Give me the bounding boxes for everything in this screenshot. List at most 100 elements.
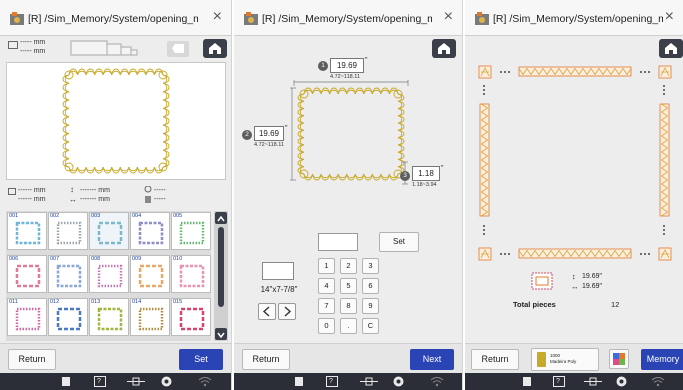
document-icon[interactable] bbox=[294, 376, 304, 387]
pattern-thumbnail[interactable]: 013 bbox=[89, 298, 129, 336]
document-icon[interactable] bbox=[61, 376, 71, 387]
close-icon[interactable]: × bbox=[665, 9, 674, 25]
pattern-number: 011 bbox=[9, 299, 18, 305]
frame-pattern-icon bbox=[138, 307, 164, 331]
pattern-number: 007 bbox=[50, 256, 60, 262]
keypad-key[interactable]: C bbox=[362, 318, 379, 334]
help-icon[interactable]: ? bbox=[94, 376, 106, 387]
pattern-thumbnail[interactable]: 010 bbox=[171, 255, 211, 293]
width-input[interactable]: 19.69 bbox=[330, 58, 364, 73]
repeat-dot bbox=[663, 225, 665, 227]
pattern-thumbnail[interactable]: 007 bbox=[48, 255, 88, 293]
thread-icon[interactable] bbox=[583, 376, 603, 387]
set-button[interactable]: Set bbox=[179, 349, 223, 370]
prev-hoop-button[interactable] bbox=[258, 303, 276, 320]
keypad-key[interactable]: 3 bbox=[362, 258, 379, 274]
frame-pattern-stroke bbox=[179, 221, 205, 245]
size-width: ----- mm bbox=[20, 39, 46, 46]
loop-stitch bbox=[312, 173, 322, 179]
help-icon[interactable]: ? bbox=[326, 376, 338, 387]
frame-pattern-icon bbox=[15, 264, 41, 288]
thread-icon[interactable] bbox=[126, 376, 146, 387]
help-icon[interactable]: ? bbox=[553, 376, 565, 387]
thread-icon[interactable] bbox=[359, 376, 379, 387]
grid-scrollbar[interactable] bbox=[214, 211, 228, 341]
pattern-thumbnail[interactable]: 006 bbox=[7, 255, 47, 293]
pattern-thumbnail[interactable]: 009 bbox=[130, 255, 170, 293]
scroll-up-button[interactable] bbox=[215, 212, 227, 224]
next-button[interactable]: Next bbox=[410, 349, 454, 370]
window-title: [R] /Sim_Memory/System/opening_m... bbox=[28, 13, 198, 25]
clear-icon bbox=[172, 44, 184, 53]
result-height: 19.69" bbox=[582, 273, 602, 280]
info-height: ------- mm bbox=[80, 187, 110, 194]
loop-stitch bbox=[380, 89, 390, 95]
frame-pattern-icon bbox=[179, 264, 205, 288]
set-button[interactable]: Set bbox=[379, 232, 419, 252]
pattern-thumbnail[interactable]: 012 bbox=[48, 298, 88, 336]
document-icon[interactable] bbox=[522, 376, 532, 387]
result-height-unit: " bbox=[599, 273, 603, 280]
keypad-key[interactable]: 2 bbox=[340, 258, 357, 274]
home-button[interactable] bbox=[659, 39, 683, 58]
settings-icon[interactable] bbox=[161, 376, 172, 387]
loop-stitch bbox=[371, 89, 382, 95]
memory-button[interactable]: Memory bbox=[641, 349, 683, 370]
frame-pattern-stroke bbox=[56, 264, 82, 288]
next-hoop-button[interactable] bbox=[278, 303, 296, 320]
home-button[interactable] bbox=[203, 39, 227, 58]
info-colors: ----- bbox=[154, 187, 166, 194]
color-change-button[interactable] bbox=[609, 349, 629, 369]
pattern-thumbnail[interactable]: 015 bbox=[171, 298, 211, 336]
scroll-down-button[interactable] bbox=[215, 328, 227, 340]
window-title: [R] /Sim_Memory/System/opening_m... bbox=[262, 13, 432, 25]
keypad-key[interactable]: 1 bbox=[318, 258, 335, 274]
loop-stitch bbox=[77, 70, 87, 76]
keypad-key[interactable]: 5 bbox=[340, 278, 357, 294]
pattern-thumbnail[interactable]: 011 bbox=[7, 298, 47, 336]
return-button[interactable]: Return bbox=[471, 349, 519, 370]
delete-button[interactable] bbox=[167, 41, 189, 57]
close-icon[interactable]: × bbox=[213, 9, 222, 25]
spacing-range: 1.18~3.94 bbox=[412, 182, 437, 188]
wifi-icon[interactable] bbox=[430, 376, 444, 387]
pattern-thumbnail[interactable]: 008 bbox=[89, 255, 129, 293]
pattern-thumbnail[interactable]: 002 bbox=[48, 212, 88, 250]
loop-stitch bbox=[64, 99, 70, 109]
spacing-input[interactable]: 1.18 bbox=[412, 166, 440, 181]
keypad-key[interactable]: 9 bbox=[362, 298, 379, 314]
numeric-entry-field[interactable] bbox=[318, 233, 358, 251]
settings-icon[interactable] bbox=[616, 376, 627, 387]
return-button[interactable]: Return bbox=[8, 349, 56, 370]
frame-pattern-stroke bbox=[138, 307, 164, 331]
keypad-key[interactable]: 7 bbox=[318, 298, 335, 314]
settings-icon[interactable] bbox=[393, 376, 404, 387]
close-icon[interactable]: × bbox=[444, 9, 453, 25]
pattern-thumbnail[interactable]: 004 bbox=[130, 212, 170, 250]
keypad-key[interactable]: 0 bbox=[318, 318, 335, 334]
keypad-key[interactable]: 6 bbox=[362, 278, 379, 294]
loop-stitch bbox=[299, 122, 305, 131]
pattern-thumbnail[interactable]: 014 bbox=[130, 298, 170, 336]
keypad-key[interactable]: 8 bbox=[340, 298, 357, 314]
frame-pattern-icon bbox=[138, 264, 164, 288]
pattern-thumbnail[interactable]: 003 bbox=[89, 212, 129, 250]
loop-stitch bbox=[162, 133, 168, 143]
pattern-number: 006 bbox=[9, 256, 19, 262]
wifi-icon[interactable] bbox=[651, 376, 665, 387]
keypad-key[interactable]: . bbox=[340, 318, 357, 334]
window-title: [R] /Sim_Memory/System/opening_m... bbox=[493, 13, 663, 25]
home-button[interactable] bbox=[432, 39, 456, 58]
pattern-thumbnail[interactable]: 005 bbox=[171, 212, 211, 250]
info-width: ------- mm bbox=[80, 196, 110, 203]
title-bar: [R] /Sim_Memory/System/opening_m... × bbox=[0, 0, 231, 36]
return-button[interactable]: Return bbox=[242, 349, 290, 370]
hoop-size-icon[interactable] bbox=[70, 40, 140, 56]
scroll-thumb[interactable] bbox=[218, 227, 224, 307]
thread-color-button[interactable]: 1000 Madeira Poly bbox=[531, 348, 599, 371]
height-input[interactable]: 19.69 bbox=[254, 126, 284, 141]
pattern-preview bbox=[6, 62, 226, 180]
wifi-icon[interactable] bbox=[198, 376, 212, 387]
pattern-thumbnail[interactable]: 001 bbox=[7, 212, 47, 250]
keypad-key[interactable]: 4 bbox=[318, 278, 335, 294]
